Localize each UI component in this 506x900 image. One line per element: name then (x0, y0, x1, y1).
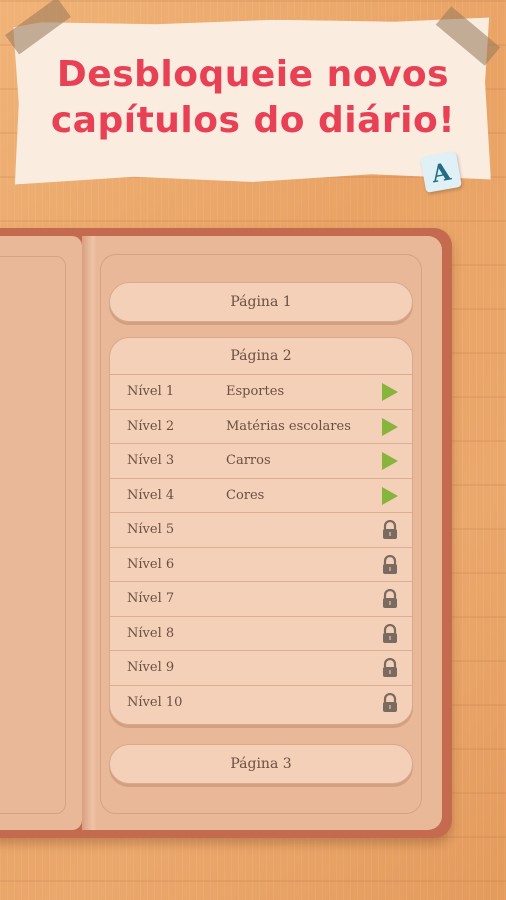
level-number: Nível 4 (127, 487, 175, 503)
level-number: Nível 1 (127, 384, 175, 400)
level-category: Esportes (226, 384, 285, 400)
banner-headline: Desbloqueie novos capítulos do diário! (20, 52, 486, 144)
level-row[interactable]: Nível 4 Cores (110, 479, 412, 513)
play-icon[interactable] (382, 486, 398, 505)
level-row: Nível 10 (110, 686, 412, 720)
level-row: Nível 6 (110, 548, 412, 582)
page-1-button[interactable]: Página 1 (109, 282, 413, 322)
page-3-label: Página 3 (230, 756, 292, 772)
level-row: Nível 8 (110, 617, 412, 651)
level-number: Nível 3 (127, 453, 175, 469)
level-number: Nível 8 (127, 625, 175, 641)
level-row[interactable]: Nível 2 Matérias escolares (110, 410, 412, 444)
page-2-header[interactable]: Página 2 (110, 338, 412, 375)
page-2-label: Página 2 (230, 348, 292, 364)
page-1-label: Página 1 (230, 294, 292, 310)
level-category: Carros (226, 453, 271, 469)
play-icon[interactable] (382, 383, 398, 401)
level-row: Nível 9 (110, 651, 412, 686)
left-page-border (0, 256, 66, 814)
level-category: Matérias escolares (226, 418, 351, 434)
lock-icon (381, 588, 399, 609)
lock-icon (381, 519, 399, 540)
play-icon[interactable] (382, 452, 398, 470)
level-list: Nível 1 Esportes Nível 2 Matérias escolares… (110, 375, 412, 719)
level-number: Nível 7 (127, 591, 175, 607)
level-category: Cores (226, 487, 265, 503)
level-number: Nível 5 (127, 522, 175, 538)
headline-line-2: capítulos do diário! (50, 100, 456, 141)
level-row: Nível 7 (110, 582, 412, 617)
lock-icon (381, 692, 399, 713)
level-row: Nível 5 (110, 513, 412, 548)
lock-icon (381, 623, 399, 644)
page-2-panel: Página 2 Nível 1 Esportes Nível 2 Matérias … (109, 337, 413, 725)
level-number: Nível 2 (127, 418, 175, 434)
lock-icon (381, 657, 399, 678)
page-3-button[interactable]: Página 3 (109, 744, 413, 784)
lock-icon (381, 554, 399, 575)
level-number: Nível 10 (127, 694, 183, 710)
level-row[interactable]: Nível 3 Carros (110, 444, 412, 479)
play-icon[interactable] (382, 417, 398, 436)
level-number: Nível 9 (127, 660, 175, 676)
level-number: Nível 6 (127, 556, 175, 572)
level-row[interactable]: Nível 1 Esportes (110, 375, 412, 410)
headline-line-1: Desbloqueie novos (56, 54, 450, 95)
letter-tile: A (420, 151, 462, 193)
